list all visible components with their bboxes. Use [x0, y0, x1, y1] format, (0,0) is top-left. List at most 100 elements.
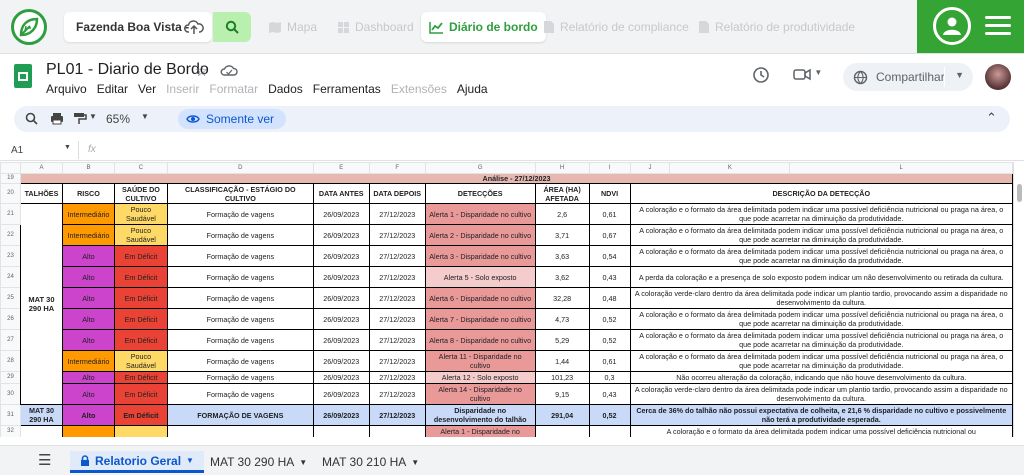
- row-number[interactable]: 19: [0, 173, 21, 184]
- cloud-upload-icon[interactable]: [184, 18, 204, 36]
- date-before-cell[interactable]: 26/09/2023: [312, 404, 370, 426]
- table-cell[interactable]: [534, 425, 590, 437]
- date-after-cell[interactable]: 27/12/2023: [368, 245, 426, 267]
- row-number[interactable]: 28: [0, 350, 21, 372]
- health-cell[interactable]: Em Déficit: [113, 383, 168, 405]
- area-cell[interactable]: 3,62: [534, 266, 590, 288]
- app-logo-icon[interactable]: [11, 9, 47, 45]
- detection-cell[interactable]: Alerta 14 - Disparidade no cultivo: [424, 383, 536, 405]
- talhao-group-cell[interactable]: MAT 30 290 HA: [19, 203, 63, 405]
- column-header[interactable]: F: [368, 162, 426, 174]
- meet-button[interactable]: ▼: [793, 68, 822, 84]
- date-before-cell[interactable]: 26/09/2023: [312, 350, 370, 372]
- row-number[interactable]: 20: [0, 183, 21, 204]
- description-cell[interactable]: A coloração e o formato da área delimita…: [629, 224, 1013, 246]
- health-cell[interactable]: Pouco Saudável: [113, 224, 168, 246]
- column-header[interactable]: I: [588, 162, 631, 174]
- collapse-toolbar-icon[interactable]: ⌃: [986, 110, 997, 126]
- sheets-logo-icon[interactable]: [14, 64, 32, 88]
- date-after-cell[interactable]: 27/12/2023: [368, 224, 426, 246]
- description-cell[interactable]: Cerca de 36% do talhão não possui expect…: [629, 404, 1013, 426]
- spreadsheet-grid[interactable]: A B C D E F G H I J K L 19 Análise - 27/12/2023 20 TALH…: [0, 162, 1013, 437]
- table-cell[interactable]: [166, 425, 314, 437]
- detection-cell[interactable]: Alerta 12 - Solo exposto: [424, 371, 536, 384]
- chevron-down-icon[interactable]: ▼: [141, 112, 149, 121]
- description-cell[interactable]: A coloração e o formato da área delimita…: [629, 245, 1013, 267]
- sheet-tab-mat-30-210[interactable]: MAT 30 210 HA ▼: [322, 451, 419, 473]
- menu-ver[interactable]: Ver: [138, 82, 156, 96]
- ndvi-cell[interactable]: 0,61: [588, 350, 631, 372]
- classification-cell[interactable]: Formação de vagens: [166, 224, 314, 246]
- vertical-scrollbar[interactable]: [1013, 162, 1024, 437]
- table-cell[interactable]: [19, 425, 63, 437]
- column-title[interactable]: DATA DEPOIS: [368, 183, 426, 204]
- table-cell[interactable]: [588, 425, 631, 437]
- column-title[interactable]: TALHÕES: [19, 183, 63, 204]
- chevron-down-icon[interactable]: ▼: [186, 456, 194, 465]
- table-cell[interactable]: [368, 425, 426, 437]
- chevron-down-icon[interactable]: ▼: [64, 144, 71, 151]
- nav-tab-diario-de-bordo[interactable]: Diário de bordo: [421, 12, 546, 42]
- sheet-tab-relatorio-geral[interactable]: Relatorio Geral ▼: [70, 451, 204, 473]
- area-cell[interactable]: 5,29: [534, 329, 590, 351]
- detection-cell[interactable]: Alerta 2 - Disparidade no cultivo: [424, 224, 536, 246]
- date-before-cell[interactable]: 26/09/2023: [312, 287, 370, 309]
- date-before-cell[interactable]: 26/09/2023: [312, 383, 370, 405]
- row-number[interactable]: 24: [0, 266, 21, 288]
- health-cell[interactable]: Em Déficit: [113, 245, 168, 267]
- health-cell[interactable]: [113, 425, 168, 437]
- date-after-cell[interactable]: 27/12/2023: [368, 383, 426, 405]
- chevron-down-icon[interactable]: ▼: [89, 112, 97, 121]
- detection-cell[interactable]: Alerta 11 - Disparidade no cultivo: [424, 350, 536, 372]
- table-row[interactable]: 26 Alto Em Déficit Formação de vagens 26/09/…: [0, 308, 1013, 330]
- date-before-cell[interactable]: 26/09/2023: [312, 266, 370, 288]
- horizontal-scrollbar[interactable]: [0, 437, 1024, 445]
- detection-cell[interactable]: Alerta 7 - Disparidade no cultivo: [424, 308, 536, 330]
- talhao-cell[interactable]: MAT 30 290 HA: [19, 404, 63, 426]
- ndvi-cell[interactable]: 0,43: [588, 266, 631, 288]
- description-cell[interactable]: A coloração verde-claro dentro da área d…: [629, 287, 1013, 309]
- table-row[interactable]: 23 Alto Em Déficit Formação de vagens 26/09/…: [0, 245, 1013, 267]
- table-cell[interactable]: [312, 425, 370, 437]
- zoom-select[interactable]: 65%: [106, 112, 130, 126]
- ndvi-cell[interactable]: 0,61: [588, 203, 631, 225]
- health-cell[interactable]: Em Déficit: [113, 404, 168, 426]
- description-cell[interactable]: A coloração e o formato da área delimita…: [629, 425, 1013, 437]
- date-before-cell[interactable]: 26/09/2023: [312, 371, 370, 384]
- column-header[interactable]: K: [669, 162, 791, 174]
- select-all-corner[interactable]: [0, 162, 21, 174]
- ndvi-cell[interactable]: 0,3: [588, 371, 631, 384]
- chevron-down-icon[interactable]: ▼: [411, 458, 419, 467]
- classification-cell[interactable]: Formação de vagens: [166, 203, 314, 225]
- menu-ajuda[interactable]: Ajuda: [457, 82, 488, 96]
- risk-cell[interactable]: Alto: [61, 308, 115, 330]
- risk-cell[interactable]: Intermediário: [61, 224, 115, 246]
- ndvi-cell[interactable]: 0,43: [588, 383, 631, 405]
- ndvi-cell[interactable]: 0,52: [588, 404, 631, 426]
- table-row[interactable]: 24 Alto Em Déficit Formação de vagens 26/09/…: [0, 266, 1013, 288]
- row-number[interactable]: 32: [0, 425, 21, 437]
- date-after-cell[interactable]: 27/12/2023: [368, 329, 426, 351]
- risk-cell[interactable]: Alto: [61, 404, 115, 426]
- menu-ferramentas[interactable]: Ferramentas: [313, 82, 381, 96]
- paint-format-icon[interactable]: [73, 112, 87, 125]
- ndvi-cell[interactable]: 0,52: [588, 308, 631, 330]
- detection-cell[interactable]: Alerta 3 - Disparidade no cultivo: [424, 245, 536, 267]
- area-cell[interactable]: 2,6: [534, 203, 590, 225]
- ndvi-cell[interactable]: 0,52: [588, 329, 631, 351]
- column-title[interactable]: NDVI: [588, 183, 631, 204]
- health-cell[interactable]: Em Déficit: [113, 371, 168, 384]
- classification-cell[interactable]: FORMAÇÃO DE VAGENS: [166, 404, 314, 426]
- column-header[interactable]: A: [19, 162, 63, 174]
- column-header[interactable]: L: [789, 162, 1013, 174]
- view-only-button[interactable]: Somente ver: [178, 109, 287, 129]
- star-icon[interactable]: ☆: [195, 62, 208, 80]
- description-cell[interactable]: A coloração e o formato da área delimita…: [629, 308, 1013, 330]
- risk-cell[interactable]: Intermediário: [61, 203, 115, 225]
- menu-dados[interactable]: Dados: [268, 82, 303, 96]
- area-cell[interactable]: 4,73: [534, 308, 590, 330]
- nav-tab-dashboard[interactable]: Dashboard: [337, 12, 414, 42]
- classification-cell[interactable]: Formação de vagens: [166, 329, 314, 351]
- risk-cell[interactable]: [61, 425, 115, 437]
- risk-cell[interactable]: Alto: [61, 383, 115, 405]
